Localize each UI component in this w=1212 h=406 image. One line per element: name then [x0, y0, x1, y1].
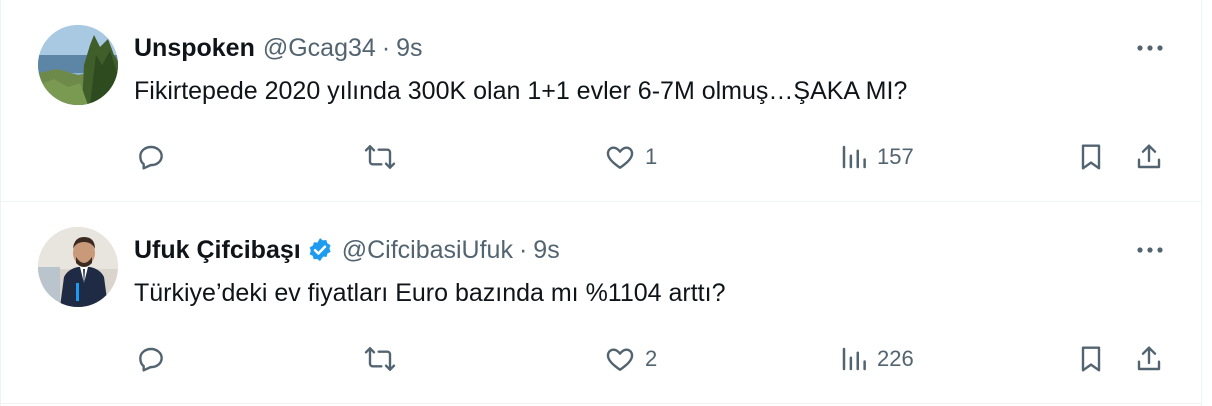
tweet[interactable]: Ufuk Çifcibaşı @CifcibasiUfuk · 9s Türki… [1, 202, 1201, 404]
tweet-header: Unspoken @Gcag34 · 9s [134, 31, 423, 65]
views-button[interactable]: 226 [839, 342, 914, 376]
reply-icon [135, 343, 167, 375]
author-name[interactable]: Unspoken [134, 34, 255, 63]
like-count: 1 [645, 144, 658, 169]
retweet-button[interactable] [363, 140, 405, 174]
retweet-icon [363, 343, 397, 375]
author-handle[interactable]: @Gcag34 [263, 34, 376, 63]
tweet-text: Türkiye’deki ev fiyatları Euro bazında m… [134, 279, 726, 307]
like-button[interactable]: 2 [603, 342, 657, 376]
author-name[interactable]: Ufuk Çifcibaşı [134, 236, 301, 265]
retweet-icon [363, 141, 397, 173]
avatar[interactable] [38, 227, 118, 307]
timestamp[interactable]: 9s [396, 34, 422, 63]
views-button[interactable]: 157 [839, 140, 914, 174]
separator-dot: · [381, 33, 391, 62]
timeline-feed: Unspoken @Gcag34 · 9s Fikirtepede 2020 y… [0, 0, 1202, 406]
bookmark-button[interactable] [1075, 342, 1107, 376]
share-button[interactable] [1133, 342, 1165, 376]
share-icon [1133, 343, 1165, 375]
bookmark-icon [1075, 141, 1107, 173]
view-count: 226 [877, 346, 914, 371]
tweet-header: Ufuk Çifcibaşı @CifcibasiUfuk · 9s [134, 233, 560, 267]
share-icon [1133, 141, 1165, 173]
like-count: 2 [645, 346, 658, 371]
bookmark-icon [1075, 343, 1107, 375]
tweet-text: Fikirtepede 2020 yılında 300K olan 1+1 e… [134, 77, 908, 105]
views-icon [839, 343, 869, 375]
view-count: 157 [877, 144, 914, 169]
like-button[interactable]: 1 [603, 140, 657, 174]
views-icon [839, 141, 869, 173]
bookmark-button[interactable] [1075, 140, 1107, 174]
like-icon [603, 141, 637, 173]
more-icon[interactable] [1133, 238, 1167, 262]
timestamp[interactable]: 9s [533, 236, 559, 265]
verified-badge-icon [306, 236, 334, 264]
reply-button[interactable] [135, 342, 175, 376]
author-handle[interactable]: @CifcibasiUfuk [342, 236, 513, 265]
share-button[interactable] [1133, 140, 1165, 174]
avatar[interactable] [38, 25, 118, 105]
separator-dot: · [518, 235, 528, 264]
reply-icon [135, 141, 167, 173]
retweet-button[interactable] [363, 342, 405, 376]
reply-button[interactable] [135, 140, 175, 174]
tweet[interactable]: Unspoken @Gcag34 · 9s Fikirtepede 2020 y… [1, 0, 1201, 202]
like-icon [603, 343, 637, 375]
more-icon[interactable] [1133, 36, 1167, 60]
